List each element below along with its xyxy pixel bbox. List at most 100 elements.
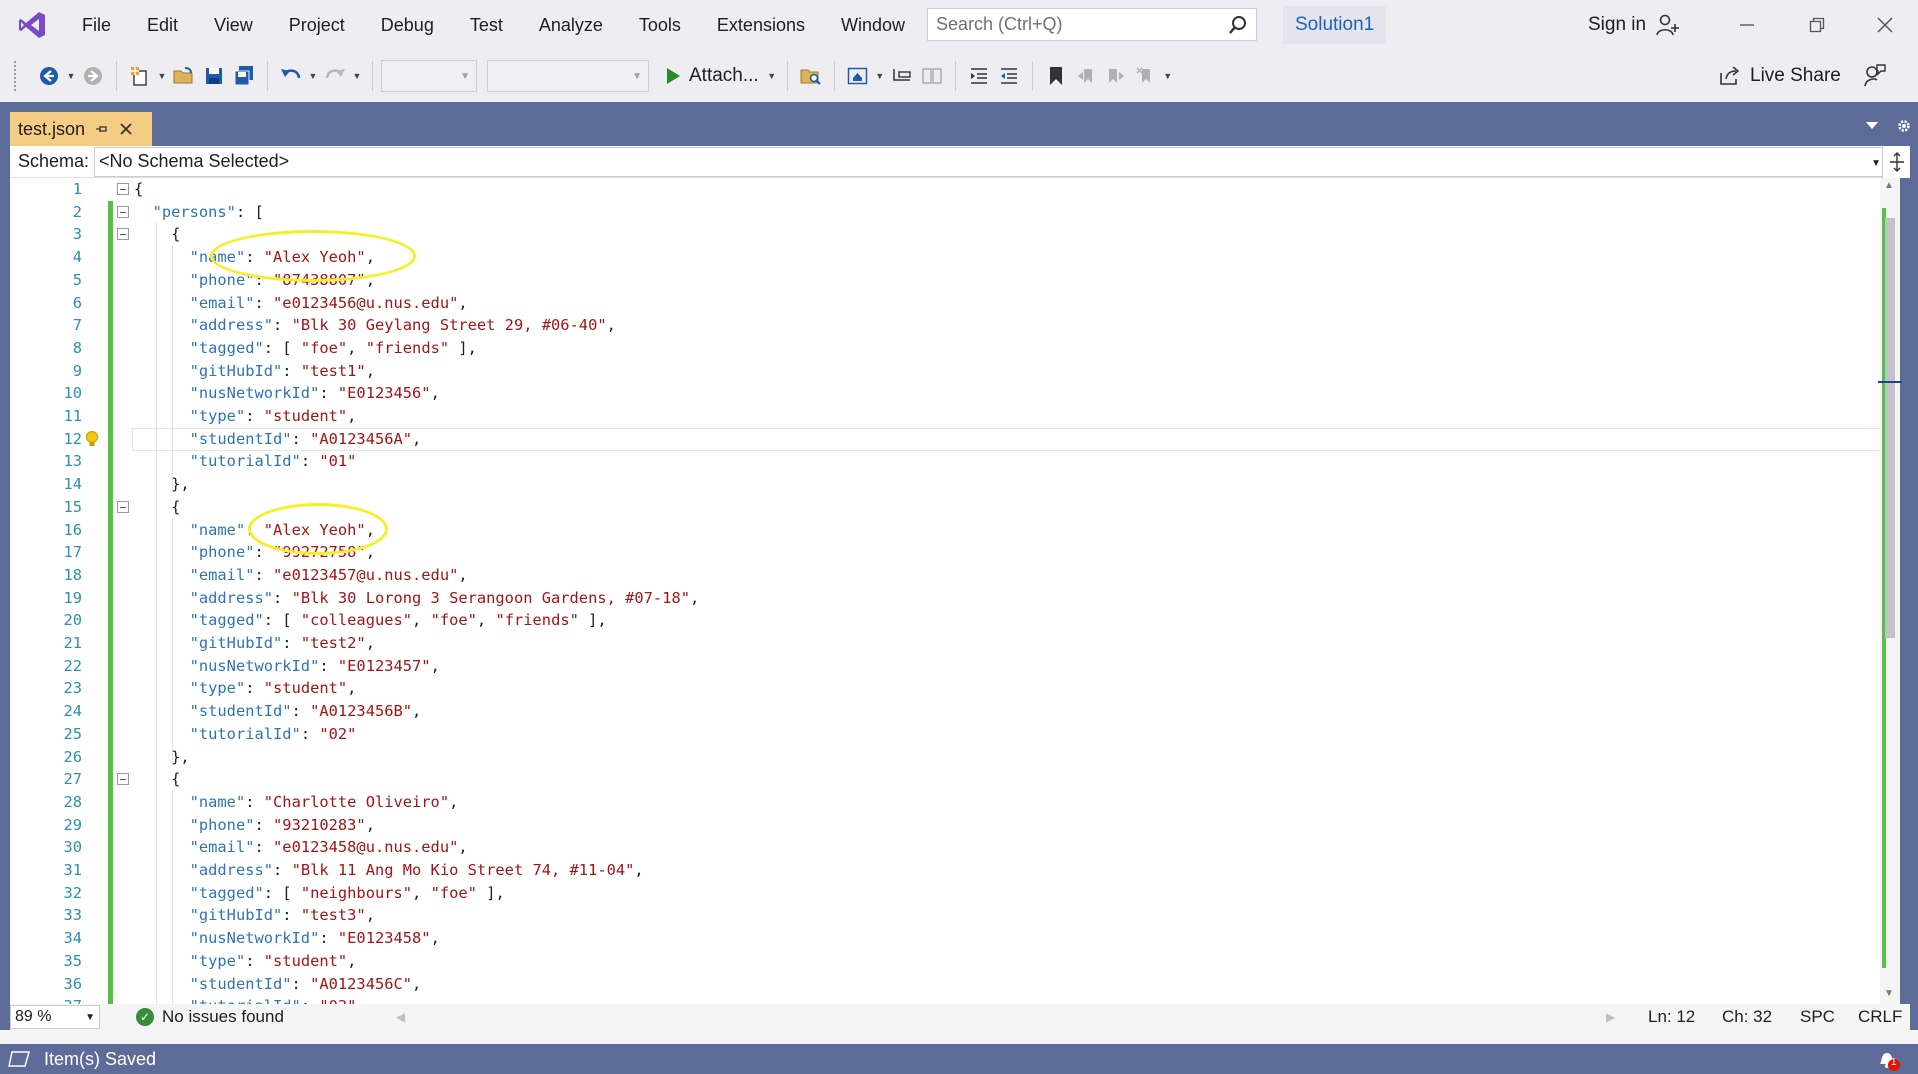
- eol-indicator[interactable]: CRLF: [1858, 1007, 1902, 1027]
- close-icon[interactable]: [1850, 0, 1918, 50]
- line-indicator[interactable]: Ln: 12: [1648, 1007, 1695, 1027]
- sign-in-button[interactable]: Sign in: [1588, 0, 1680, 50]
- pin-icon[interactable]: [95, 122, 109, 136]
- home-view-icon[interactable]: [843, 59, 873, 93]
- toggle-structure-icon[interactable]: [887, 59, 917, 93]
- collapse-icon[interactable]: [117, 205, 129, 218]
- tab-test-json[interactable]: test.json: [10, 112, 152, 146]
- code-line[interactable]: 18 "email": "e0123457@u.nus.edu",: [10, 564, 1880, 587]
- code-line[interactable]: 12 "studentId": "A0123456A",: [10, 427, 1880, 451]
- vertical-scrollbar[interactable]: ▲ ▼: [1878, 178, 1902, 1004]
- close-tab-icon[interactable]: [119, 122, 133, 136]
- code-line[interactable]: 2 "persons": [: [10, 201, 1880, 224]
- code-line[interactable]: 30 "email": "e0123458@u.nus.edu",: [10, 836, 1880, 859]
- code-line[interactable]: 22 "nusNetworkId": "E0123457",: [10, 655, 1880, 678]
- menu-edit[interactable]: Edit: [129, 0, 196, 50]
- gear-icon[interactable]: [1896, 118, 1912, 134]
- lightbulb-icon[interactable]: [85, 430, 101, 448]
- code-line[interactable]: 24 "studentId": "A0123456B",: [10, 700, 1880, 723]
- menu-analyze[interactable]: Analyze: [521, 0, 621, 50]
- bell-icon[interactable]: 1: [1876, 1049, 1900, 1071]
- collapse-icon[interactable]: [117, 500, 129, 513]
- code-line[interactable]: 14 },: [10, 473, 1880, 496]
- outdent-icon[interactable]: [964, 59, 994, 93]
- code-line[interactable]: 1{: [10, 178, 1880, 201]
- toolbar-grip[interactable]: [14, 61, 20, 91]
- attach-dropdown[interactable]: ▼: [765, 59, 779, 93]
- schema-select[interactable]: <No Schema Selected> ▼: [94, 146, 1890, 177]
- code-editor[interactable]: 1{2 "persons": [3 {4 "name": "Alex Yeoh"…: [10, 178, 1880, 1004]
- code-line[interactable]: 33 "gitHubId": "test3",: [10, 904, 1880, 927]
- next-bookmark-icon[interactable]: [1101, 59, 1131, 93]
- forward-icon[interactable]: [78, 59, 108, 93]
- undo-icon[interactable]: [276, 59, 306, 93]
- code-line[interactable]: 8 "tagged": [ "foe", "friends" ],: [10, 337, 1880, 360]
- code-line[interactable]: 29 "phone": "93210283",: [10, 814, 1880, 837]
- indent-icon[interactable]: [994, 59, 1024, 93]
- undo-dropdown[interactable]: ▼: [306, 59, 320, 93]
- column-indicator[interactable]: Ch: 32: [1722, 1007, 1772, 1027]
- toolbar-overflow-dropdown[interactable]: ▼: [1161, 59, 1175, 93]
- home-view-dropdown[interactable]: ▼: [873, 59, 887, 93]
- code-line[interactable]: 35 "type": "student",: [10, 950, 1880, 973]
- save-all-icon[interactable]: [229, 59, 259, 93]
- tab-list-dropdown-icon[interactable]: [1866, 122, 1878, 130]
- scroll-left-icon[interactable]: ◀: [396, 1010, 405, 1024]
- clear-bookmarks-icon[interactable]: [1131, 59, 1161, 93]
- back-dropdown[interactable]: ▼: [64, 59, 78, 93]
- code-line[interactable]: 34 "nusNetworkId": "E0123458",: [10, 927, 1880, 950]
- code-line[interactable]: 11 "type": "student",: [10, 405, 1880, 428]
- menu-debug[interactable]: Debug: [363, 0, 452, 50]
- scroll-up-icon[interactable]: ▲: [1884, 180, 1894, 191]
- spacing-indicator[interactable]: SPC: [1800, 1007, 1835, 1027]
- scroll-down-icon[interactable]: ▼: [1884, 988, 1894, 999]
- live-share-button[interactable]: Live Share: [1718, 50, 1841, 102]
- minimize-icon[interactable]: [1712, 0, 1782, 50]
- back-icon[interactable]: [34, 59, 64, 93]
- code-line[interactable]: 28 "name": "Charlotte Oliveiro",: [10, 791, 1880, 814]
- redo-icon[interactable]: [320, 59, 350, 93]
- code-line[interactable]: 23 "type": "student",: [10, 677, 1880, 700]
- menu-project[interactable]: Project: [271, 0, 363, 50]
- search-input[interactable]: Search (Ctrl+Q): [927, 8, 1257, 41]
- code-line[interactable]: 7 "address": "Blk 30 Geylang Street 29, …: [10, 314, 1880, 337]
- collapse-icon[interactable]: [117, 183, 129, 195]
- attach-button[interactable]: Attach...: [659, 65, 765, 87]
- code-line[interactable]: 32 "tagged": [ "neighbours", "foe" ],: [10, 882, 1880, 905]
- open-icon[interactable]: [169, 59, 199, 93]
- code-line[interactable]: 37 "tutorialId": "03": [10, 995, 1880, 1004]
- code-line[interactable]: 26 },: [10, 746, 1880, 769]
- scroll-right-icon[interactable]: ▶: [1606, 1010, 1615, 1024]
- menu-window[interactable]: Window: [823, 0, 923, 50]
- previous-bookmark-icon[interactable]: [1071, 59, 1101, 93]
- configuration-select[interactable]: ▼: [381, 60, 477, 92]
- code-line[interactable]: 6 "email": "e0123456@u.nus.edu",: [10, 292, 1880, 315]
- menu-file[interactable]: File: [64, 0, 129, 50]
- code-line[interactable]: 27 {: [10, 768, 1880, 791]
- collapse-icon[interactable]: [117, 773, 129, 786]
- platform-select[interactable]: ▼: [487, 60, 649, 92]
- new-project-icon[interactable]: [125, 59, 155, 93]
- split-editor-icon[interactable]: [1882, 146, 1910, 178]
- menu-extensions[interactable]: Extensions: [699, 0, 823, 50]
- save-icon[interactable]: [199, 59, 229, 93]
- vs-logo-icon[interactable]: [0, 0, 64, 50]
- code-line[interactable]: 25 "tutorialId": "02": [10, 723, 1880, 746]
- feedback-icon[interactable]: [1862, 50, 1886, 102]
- restore-icon[interactable]: [1782, 0, 1852, 50]
- issues-indicator[interactable]: ✓ No issues found: [136, 1007, 284, 1027]
- code-line[interactable]: 10 "nusNetworkId": "E0123456",: [10, 382, 1880, 405]
- sync-icon[interactable]: [917, 59, 947, 93]
- code-line[interactable]: 19 "address": "Blk 30 Lorong 3 Serangoon…: [10, 587, 1880, 610]
- code-line[interactable]: 31 "address": "Blk 11 Ang Mo Kio Street …: [10, 859, 1880, 882]
- menu-tools[interactable]: Tools: [621, 0, 699, 50]
- code-line[interactable]: 21 "gitHubId": "test2",: [10, 632, 1880, 655]
- new-project-dropdown[interactable]: ▼: [155, 59, 169, 93]
- menu-view[interactable]: View: [196, 0, 271, 50]
- code-line[interactable]: 36 "studentId": "A0123456C",: [10, 973, 1880, 996]
- code-line[interactable]: 9 "gitHubId": "test1",: [10, 360, 1880, 383]
- menu-test[interactable]: Test: [452, 0, 521, 50]
- code-line[interactable]: 20 "tagged": [ "colleagues", "foe", "fri…: [10, 609, 1880, 632]
- redo-dropdown[interactable]: ▼: [350, 59, 364, 93]
- find-in-files-icon[interactable]: [796, 59, 826, 93]
